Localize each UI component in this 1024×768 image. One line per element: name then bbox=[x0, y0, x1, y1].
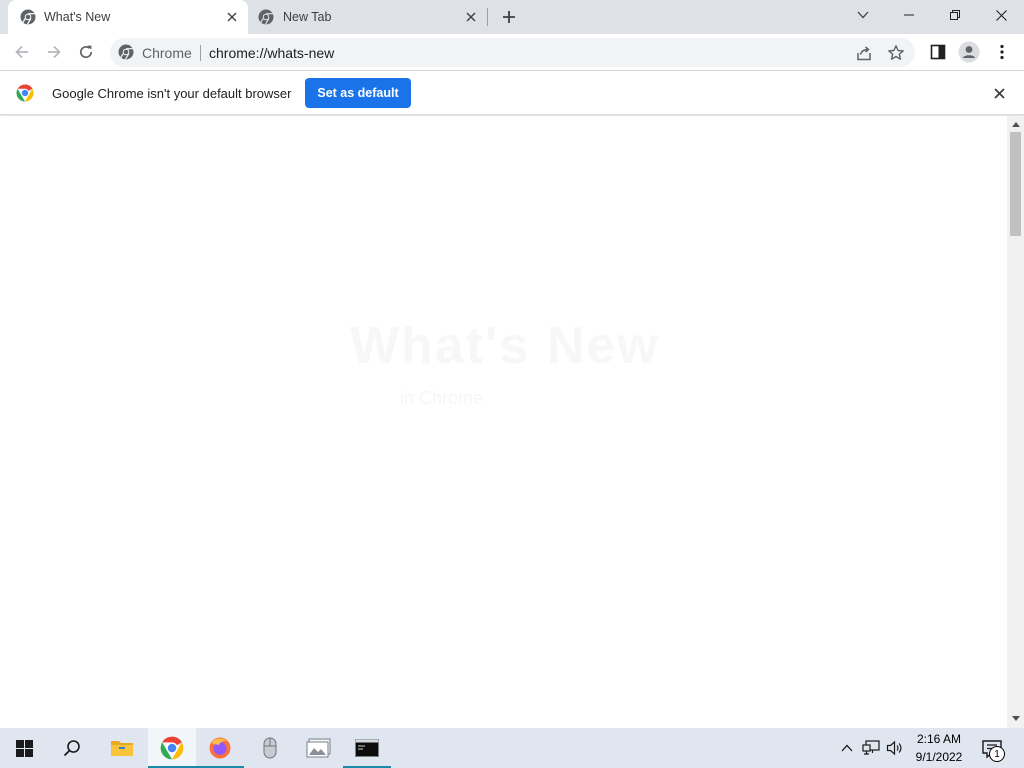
start-button[interactable] bbox=[0, 728, 48, 768]
chevron-up-icon bbox=[841, 744, 853, 752]
file-explorer-icon bbox=[111, 741, 133, 756]
scroll-up-arrow-icon[interactable] bbox=[1007, 118, 1024, 130]
network-button[interactable] bbox=[861, 738, 881, 758]
kebab-menu-icon bbox=[1000, 44, 1004, 60]
chrome-favicon-icon bbox=[258, 9, 274, 25]
photos-app-icon bbox=[306, 738, 331, 758]
clock-time[interactable]: 2:16 AM bbox=[915, 732, 963, 746]
tab-search-button[interactable] bbox=[853, 5, 873, 25]
show-hidden-icons-button[interactable] bbox=[837, 738, 857, 758]
share-icon[interactable] bbox=[855, 44, 873, 62]
reload-icon bbox=[79, 45, 93, 59]
taskbar-firefox[interactable] bbox=[196, 728, 244, 768]
network-icon bbox=[862, 740, 880, 755]
tab-new-tab[interactable]: New Tab bbox=[248, 0, 488, 34]
scrollbar-thumb[interactable] bbox=[1010, 132, 1021, 236]
bookmark-star-icon[interactable] bbox=[887, 44, 905, 62]
side-panel-button[interactable] bbox=[926, 40, 950, 64]
infobar-close-button[interactable] bbox=[989, 83, 1009, 103]
chevron-down-icon bbox=[857, 11, 869, 19]
omnibox-chip: Chrome bbox=[142, 45, 192, 61]
set-as-default-button[interactable]: Set as default bbox=[305, 78, 411, 108]
terminal-icon bbox=[355, 739, 379, 757]
vertical-scrollbar[interactable] bbox=[1007, 116, 1024, 728]
taskbar-chrome[interactable] bbox=[148, 728, 196, 768]
windows-start-icon bbox=[15, 739, 33, 757]
tab-close-icon[interactable] bbox=[463, 9, 479, 25]
menu-button[interactable] bbox=[990, 40, 1014, 64]
close-window-button[interactable] bbox=[978, 0, 1024, 30]
chrome-favicon-icon bbox=[118, 44, 134, 60]
page-content: What's New in Chrome bbox=[0, 116, 1007, 728]
infobar-message: Google Chrome isn't your default browser bbox=[52, 86, 292, 101]
tab-close-icon[interactable] bbox=[224, 9, 240, 25]
omnibox-url[interactable]: chrome://whats-new bbox=[209, 45, 334, 61]
taskbar-search-button[interactable] bbox=[48, 728, 96, 768]
search-icon bbox=[63, 740, 80, 757]
chrome-icon bbox=[160, 736, 184, 760]
arrow-right-icon bbox=[48, 45, 61, 59]
taskbar-file-explorer[interactable] bbox=[98, 728, 146, 768]
toolbar: Chrome chrome://whats-new bbox=[0, 34, 1024, 71]
firefox-icon bbox=[209, 737, 231, 759]
side-panel-icon bbox=[930, 44, 946, 60]
ghost-page-subtitle: in Chrome bbox=[400, 388, 484, 408]
default-browser-infobar: Google Chrome isn't your default browser… bbox=[0, 71, 1024, 115]
new-tab-button[interactable] bbox=[498, 6, 520, 28]
arrow-left-icon bbox=[15, 45, 28, 59]
chrome-favicon-icon bbox=[20, 9, 36, 25]
notification-count-badge: 1 bbox=[989, 746, 1005, 762]
tab-separator bbox=[487, 8, 488, 26]
profile-button[interactable] bbox=[957, 40, 981, 64]
taskbar-mouse-app[interactable] bbox=[246, 728, 294, 768]
taskbar-terminal[interactable] bbox=[343, 728, 391, 768]
profile-avatar-icon bbox=[958, 41, 980, 63]
close-icon bbox=[993, 87, 1005, 99]
tab-whats-new[interactable]: What's New bbox=[8, 0, 248, 34]
tab-title: New Tab bbox=[283, 10, 332, 24]
chrome-logo-icon bbox=[16, 84, 34, 102]
minimize-icon bbox=[904, 14, 914, 16]
ghost-page-title: What's New bbox=[350, 317, 660, 375]
taskbar-photos-app[interactable] bbox=[295, 728, 343, 768]
clock-date[interactable]: 9/1/2022 bbox=[912, 750, 966, 764]
volume-button[interactable] bbox=[885, 738, 905, 758]
restore-button[interactable] bbox=[932, 0, 978, 30]
back-button[interactable] bbox=[10, 40, 34, 64]
reload-button[interactable] bbox=[74, 40, 98, 64]
taskbar: 2:16 AM 9/1/2022 1 bbox=[0, 728, 1024, 768]
plus-icon bbox=[503, 11, 515, 23]
restore-icon bbox=[950, 10, 960, 20]
omnibox-separator bbox=[200, 45, 201, 61]
tab-strip: What's New New Tab bbox=[0, 0, 1024, 34]
forward-button[interactable] bbox=[42, 40, 66, 64]
omnibox[interactable]: Chrome chrome://whats-new bbox=[110, 38, 915, 67]
minimize-button[interactable] bbox=[886, 0, 932, 30]
screen: What's New New Tab Chrome chrome://whats… bbox=[0, 0, 1024, 768]
tab-title: What's New bbox=[44, 10, 111, 24]
scroll-down-arrow-icon[interactable] bbox=[1007, 712, 1024, 724]
close-icon bbox=[995, 9, 1007, 21]
mouse-app-icon bbox=[263, 737, 277, 759]
speaker-icon bbox=[886, 740, 902, 756]
